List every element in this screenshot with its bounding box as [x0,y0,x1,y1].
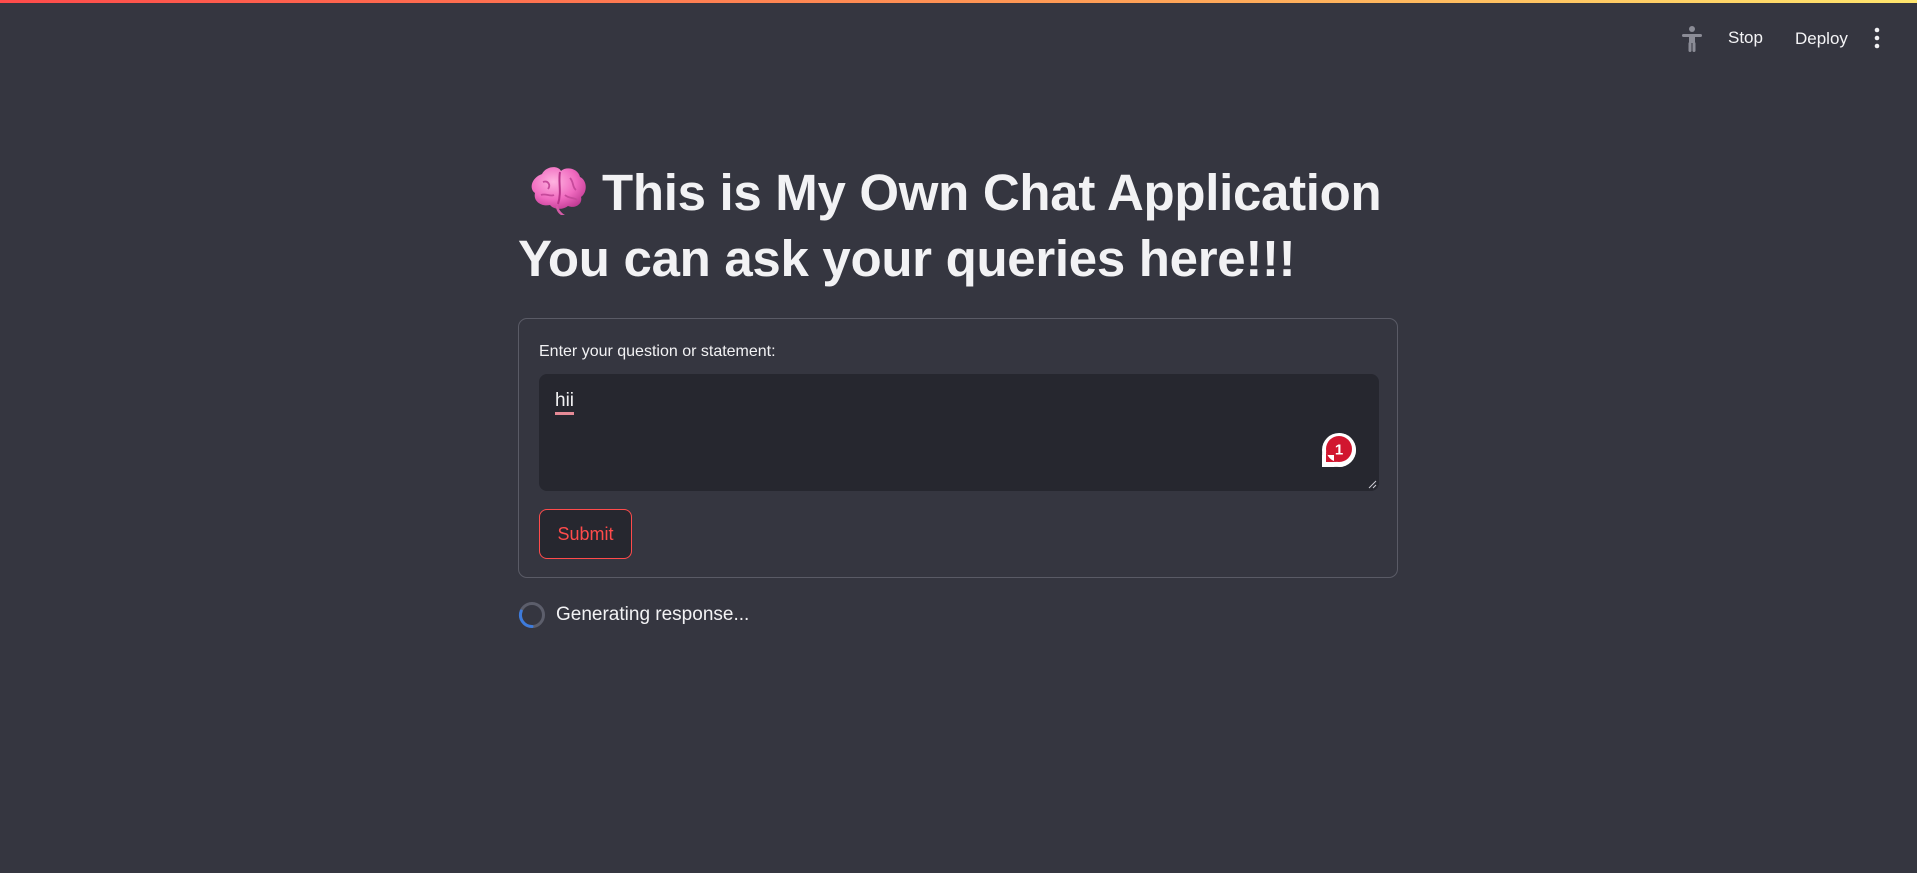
question-label: Enter your question or statement: [539,343,776,360]
main-content: This is My Own Chat Application You can … [518,160,1400,292]
notification-count: 1 [1335,442,1343,459]
resize-handle-icon[interactable] [1368,480,1377,489]
question-textarea[interactable]: hii 1 [539,374,1379,491]
page-title: This is My Own Chat Application [518,160,1400,226]
grammar-notification-icon[interactable]: 1 [1319,430,1359,470]
title-line-1: This is My Own Chat Application [602,164,1382,221]
deploy-button[interactable]: Deploy [1795,29,1848,49]
spinner-icon [519,602,545,629]
question-form: Enter your question or statement: hii 1 … [518,318,1398,578]
brain-icon [531,167,586,215]
app-header: Stop Deploy [0,0,1917,76]
title-line-2: You can ask your queries here!!! [518,230,1296,287]
submit-button[interactable]: Submit [539,509,632,559]
status-text: Generating response... [556,604,750,625]
question-text-value: hii [555,390,575,415]
accessibility-icon[interactable] [1680,25,1704,53]
more-vertical-icon[interactable] [1872,27,1882,49]
stop-button[interactable]: Stop [1728,28,1763,48]
